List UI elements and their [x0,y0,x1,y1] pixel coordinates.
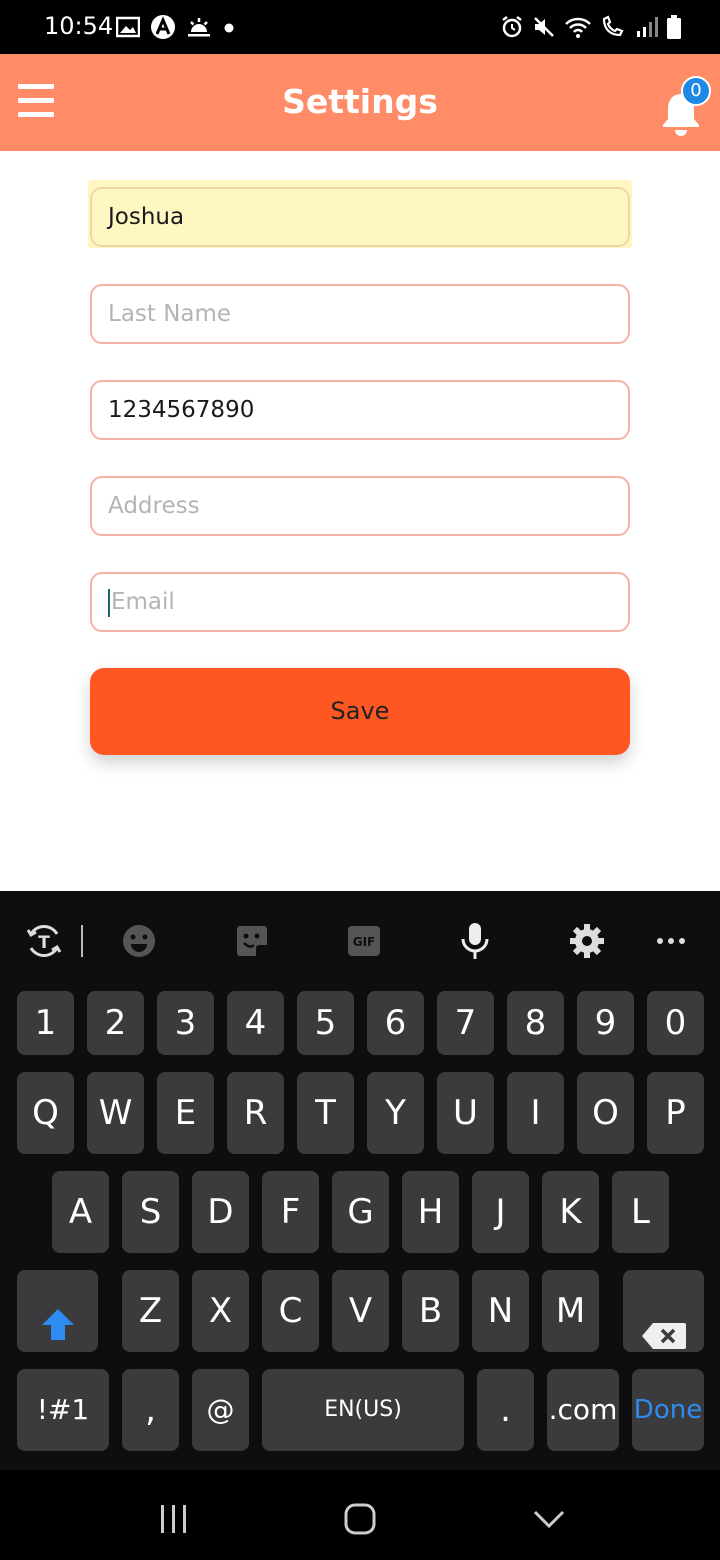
symbols-key[interactable]: !#1 [17,1369,109,1451]
key-i[interactable]: I [507,1072,564,1154]
key-j[interactable]: J [472,1171,529,1253]
page-title: Settings [282,82,438,121]
emoji-icon[interactable] [119,921,159,961]
shift-icon [39,1292,77,1374]
sticker-icon[interactable] [232,921,272,961]
status-bar: 10:54 [0,0,720,54]
key-s[interactable]: S [122,1171,179,1253]
first-name-input[interactable]: Joshua [90,187,630,247]
key-y[interactable]: Y [367,1072,424,1154]
address-input[interactable]: Address [90,476,630,536]
key-o[interactable]: O [577,1072,634,1154]
more-icon[interactable] [651,921,691,961]
gallery-icon [115,16,141,42]
key-x[interactable]: X [192,1270,249,1352]
key-2[interactable]: 2 [87,991,144,1055]
gear-icon[interactable] [567,921,607,961]
key-c[interactable]: C [262,1270,319,1352]
microphone-icon[interactable] [455,921,495,961]
app-bar: Settings 0 [0,54,720,151]
key-1[interactable]: 1 [17,991,74,1055]
mute-icon [532,15,556,43]
key-k[interactable]: K [542,1171,599,1253]
space-key[interactable]: EN(US) [262,1369,464,1451]
back-icon[interactable] [532,1508,566,1534]
key-v[interactable]: V [332,1270,389,1352]
dot-icon [222,16,236,42]
backspace-icon [641,1298,687,1380]
key-d[interactable]: D [192,1171,249,1253]
key-l[interactable]: L [612,1171,669,1253]
key-m[interactable]: M [542,1270,599,1352]
key-6[interactable]: 6 [367,991,424,1055]
key-n[interactable]: N [472,1270,529,1352]
svg-text:T: T [38,933,50,953]
key-3[interactable]: 3 [157,991,214,1055]
key-a[interactable]: A [52,1171,109,1253]
toolbar-divider [81,925,83,957]
a-icon [150,14,176,44]
email-input[interactable]: Email [90,572,630,632]
key-q[interactable]: Q [17,1072,74,1154]
email-placeholder: Email [111,589,175,615]
done-key[interactable]: Done [632,1369,704,1451]
key-4[interactable]: 4 [227,991,284,1055]
keyboard: T GIF 1 2 3 4 5 6 7 8 9 0 Q W E R T Y U … [0,891,720,1560]
comma-key[interactable]: , [122,1369,179,1451]
home-icon[interactable] [343,1502,377,1540]
notification-badge: 0 [681,76,711,106]
key-r[interactable]: R [227,1072,284,1154]
key-9[interactable]: 9 [577,991,634,1055]
period-key[interactable]: . [477,1369,534,1451]
text-cursor [108,588,110,617]
notifications-button[interactable]: 0 [655,76,715,136]
gif-icon[interactable]: GIF [344,921,384,961]
key-7[interactable]: 7 [437,991,494,1055]
battery-icon [666,14,682,44]
key-5[interactable]: 5 [297,991,354,1055]
key-b[interactable]: B [402,1270,459,1352]
backspace-key[interactable] [623,1270,704,1352]
wifi-icon [564,15,592,43]
key-g[interactable]: G [332,1171,389,1253]
shift-key[interactable] [17,1270,98,1352]
key-u[interactable]: U [437,1072,494,1154]
last-name-input[interactable]: Last Name [90,284,630,344]
translate-icon[interactable]: T [24,921,64,961]
key-w[interactable]: W [87,1072,144,1154]
save-button[interactable]: Save [90,668,630,755]
sunrise-icon [186,16,212,42]
key-8[interactable]: 8 [507,991,564,1055]
status-time: 10:54 [44,12,114,40]
status-left-icons [115,14,236,44]
key-z[interactable]: Z [122,1270,179,1352]
key-t[interactable]: T [297,1072,354,1154]
navigation-bar [0,1470,720,1560]
dotcom-key[interactable]: .com [547,1369,619,1451]
phone-input[interactable]: 1234567890 [90,380,630,440]
recents-icon[interactable] [158,1504,190,1538]
key-p[interactable]: P [647,1072,704,1154]
svg-text:GIF: GIF [353,935,376,949]
call-icon [600,15,628,43]
status-right-icons [500,14,682,44]
key-h[interactable]: H [402,1171,459,1253]
alarm-icon [500,15,524,43]
keyboard-toolbar: T GIF [0,891,720,991]
key-0[interactable]: 0 [647,991,704,1055]
at-key[interactable]: @ [192,1369,249,1451]
key-e[interactable]: E [157,1072,214,1154]
key-f[interactable]: F [262,1171,319,1253]
signal-icon [636,15,658,43]
